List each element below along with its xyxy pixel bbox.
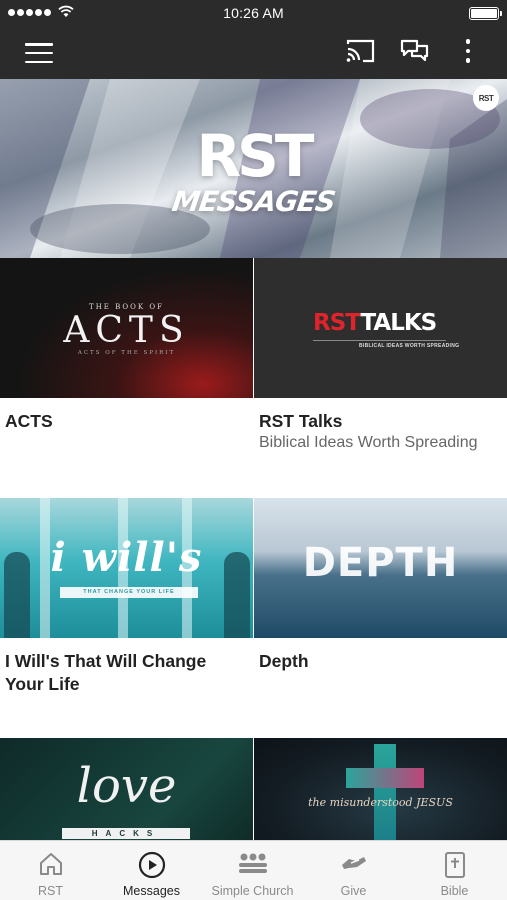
thumbnail-band-text: HACKS: [62, 828, 190, 839]
status-time: 10:26 AM: [223, 5, 284, 21]
tab-give[interactable]: Give: [303, 841, 404, 900]
series-card-love-hacks[interactable]: love HACKS: [0, 738, 253, 840]
top-chrome: 10:26 AM: [0, 0, 507, 79]
cast-icon[interactable]: [346, 38, 376, 64]
thumbnail-divider: [313, 340, 446, 341]
series-card-acts[interactable]: THE BOOK OF ACTS ACTS OF THE SPIRIT ACTS: [0, 258, 253, 431]
cross-art: [346, 768, 424, 788]
battery-icon: [469, 7, 502, 20]
thumbnail-small-text: BIBLICAL IDEAS WORTH SPREADING: [359, 343, 460, 349]
series-card-depth[interactable]: DEPTH Depth: [254, 498, 507, 671]
cross-art: [374, 744, 396, 840]
thumbnail-title-art: RSTTALKS: [313, 310, 437, 336]
tab-label: Messages: [123, 884, 180, 898]
hero-subtitle: MESSAGES: [170, 185, 337, 218]
menu-icon[interactable]: [25, 43, 53, 63]
play-circle-icon: [138, 851, 165, 879]
tab-simple-church[interactable]: Simple Church: [202, 841, 303, 900]
series-subtitle: Biblical Ideas Worth Spreading: [259, 434, 478, 451]
rst-logo-badge: RST: [473, 85, 499, 111]
home-icon: [39, 853, 62, 875]
series-thumbnail[interactable]: i will's THAT CHANGE YOUR LIFE: [0, 498, 253, 638]
hero-title: RST: [196, 122, 315, 190]
tab-bible[interactable]: Bible: [404, 841, 505, 900]
tab-label: Bible: [440, 884, 469, 898]
series-title: ACTS: [5, 411, 53, 431]
hero-banner[interactable]: RST MESSAGES RST: [0, 79, 507, 258]
messages-feed[interactable]: RST MESSAGES RST THE BOOK OF ACTS ACTS O…: [0, 79, 507, 840]
thumbnail-title-art: DEPTH: [302, 540, 459, 586]
tab-label: Give: [340, 884, 367, 898]
app-bar: [0, 26, 507, 79]
tab-label: RST: [38, 884, 63, 898]
thumbnail-small-text: the misunderstood JESUS: [308, 796, 453, 809]
status-bar: 10:26 AM: [0, 0, 507, 26]
series-title: I Will's That Will Change Your Life: [5, 651, 207, 694]
series-thumbnail[interactable]: DEPTH: [254, 498, 507, 638]
bottom-tab-bar: RST Messages Simple Church Give Bible: [0, 840, 507, 900]
tab-rst[interactable]: RST: [0, 841, 101, 900]
series-thumbnail[interactable]: RSTTALKS BIBLICAL IDEAS WORTH SPREADING: [254, 258, 507, 398]
series-title: Depth: [259, 651, 309, 671]
thumbnail-band-text: THAT CHANGE YOUR LIFE: [60, 587, 198, 598]
group-icon: [238, 853, 267, 873]
series-card-misunderstood[interactable]: the misunderstood JESUS: [254, 738, 507, 840]
more-options-icon[interactable]: [458, 39, 478, 63]
tab-messages[interactable]: Messages: [101, 841, 202, 900]
thumbnail-title-art: i will's: [50, 534, 203, 581]
series-thumbnail[interactable]: the misunderstood JESUS: [254, 738, 507, 840]
handshake-icon: [341, 857, 366, 869]
series-thumbnail[interactable]: love HACKS: [0, 738, 253, 840]
series-thumbnail[interactable]: THE BOOK OF ACTS ACTS OF THE SPIRIT: [0, 258, 253, 398]
series-card-i-wills[interactable]: i will's THAT CHANGE YOUR LIFE I Will's …: [0, 498, 253, 694]
chat-icon[interactable]: [400, 38, 430, 66]
series-title: RST Talks: [259, 411, 343, 431]
thumbnail-title-art: ACTS: [63, 310, 190, 351]
thumbnail-title-art: love: [76, 758, 177, 814]
thumbnail-subtext: ACTS OF THE SPIRIT: [77, 350, 176, 356]
bible-icon: [444, 852, 465, 878]
tab-label: Simple Church: [211, 884, 294, 898]
series-card-rst-talks[interactable]: RSTTALKS BIBLICAL IDEAS WORTH SPREADING …: [254, 258, 507, 451]
